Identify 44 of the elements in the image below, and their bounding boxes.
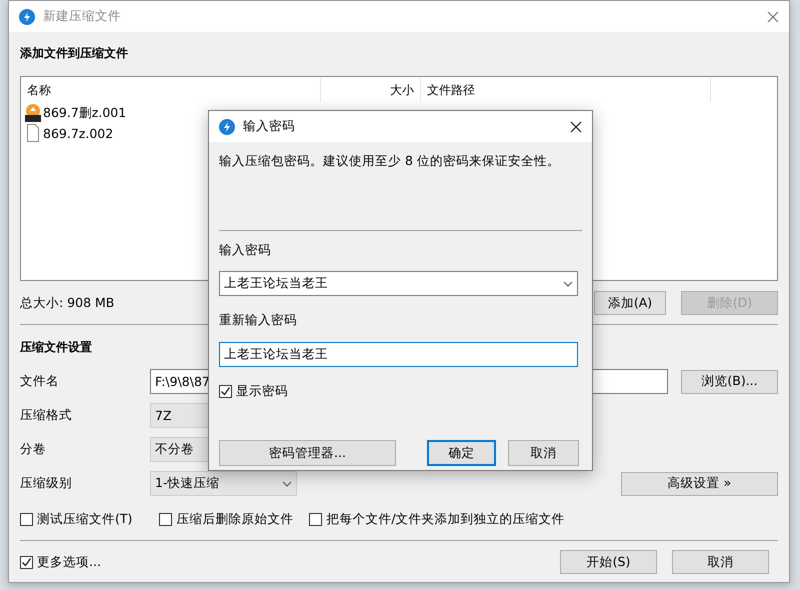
ok-button[interactable]: 确定: [427, 440, 496, 466]
field-label: 压缩级别: [20, 475, 73, 492]
close-icon[interactable]: [570, 120, 582, 132]
instruction-text: 输入压缩包密码。建议使用至少 8 位的密码来保证安全性。: [219, 152, 561, 170]
cancel-button[interactable]: 取消: [508, 440, 579, 466]
checkbox-label[interactable]: 压缩后删除原始文件: [176, 510, 294, 528]
field-label: 文件名: [20, 373, 60, 390]
archive-file-icon: [25, 104, 41, 122]
total-size: 总大小: 908 MB: [20, 294, 114, 312]
checkbox-label[interactable]: 显示密码: [236, 382, 288, 400]
app-logo-icon: [219, 118, 235, 134]
section-heading: 压缩文件设置: [20, 339, 92, 356]
field-label: 分卷: [20, 441, 47, 458]
checkbox-label[interactable]: 测试压缩文件(T): [37, 510, 132, 528]
dialog-title: 输入密码: [243, 118, 296, 135]
window-title: 新建压缩文件: [43, 8, 122, 25]
file-name[interactable]: 869.7删z.001: [43, 104, 126, 122]
checkbox[interactable]: [20, 512, 33, 526]
password-combobox[interactable]: 上老王论坛当老王: [219, 271, 578, 296]
confirm-password-field[interactable]: 上老王论坛当老王: [219, 342, 578, 367]
document-icon: [25, 124, 41, 142]
column-header[interactable]: 文件路径: [421, 78, 711, 102]
dropdown[interactable]: 1-快速压缩: [150, 471, 297, 496]
browse-button[interactable]: 浏览(B)...: [681, 370, 778, 394]
section-heading: 添加文件到压缩文件: [20, 45, 128, 62]
chevron-down-icon: [563, 280, 573, 286]
column-header[interactable]: 大小: [321, 78, 421, 102]
checkbox[interactable]: [219, 384, 232, 398]
column-header[interactable]: 名称: [21, 78, 321, 102]
cancel-button[interactable]: 取消: [672, 550, 769, 574]
checkbox[interactable]: [20, 556, 33, 568]
field-label: 输入密码: [219, 241, 272, 259]
advanced-settings-button[interactable]: 高级设置 »: [621, 472, 778, 496]
field-label: 重新输入密码: [219, 311, 298, 329]
password-manager-button[interactable]: 密码管理器...: [219, 440, 396, 466]
checkbox-label[interactable]: 更多选项...: [37, 554, 101, 570]
file-name[interactable]: 869.7z.002: [43, 126, 114, 140]
field-label: 压缩格式: [20, 407, 73, 424]
add-button[interactable]: 添加(A): [594, 291, 666, 315]
checkbox-label[interactable]: 把每个文件/文件夹添加到独立的压缩文件: [326, 510, 565, 528]
checkbox[interactable]: [159, 512, 172, 526]
checkbox[interactable]: [309, 512, 322, 526]
start-button[interactable]: 开始(S): [560, 550, 657, 574]
app-logo-icon: [19, 8, 35, 24]
